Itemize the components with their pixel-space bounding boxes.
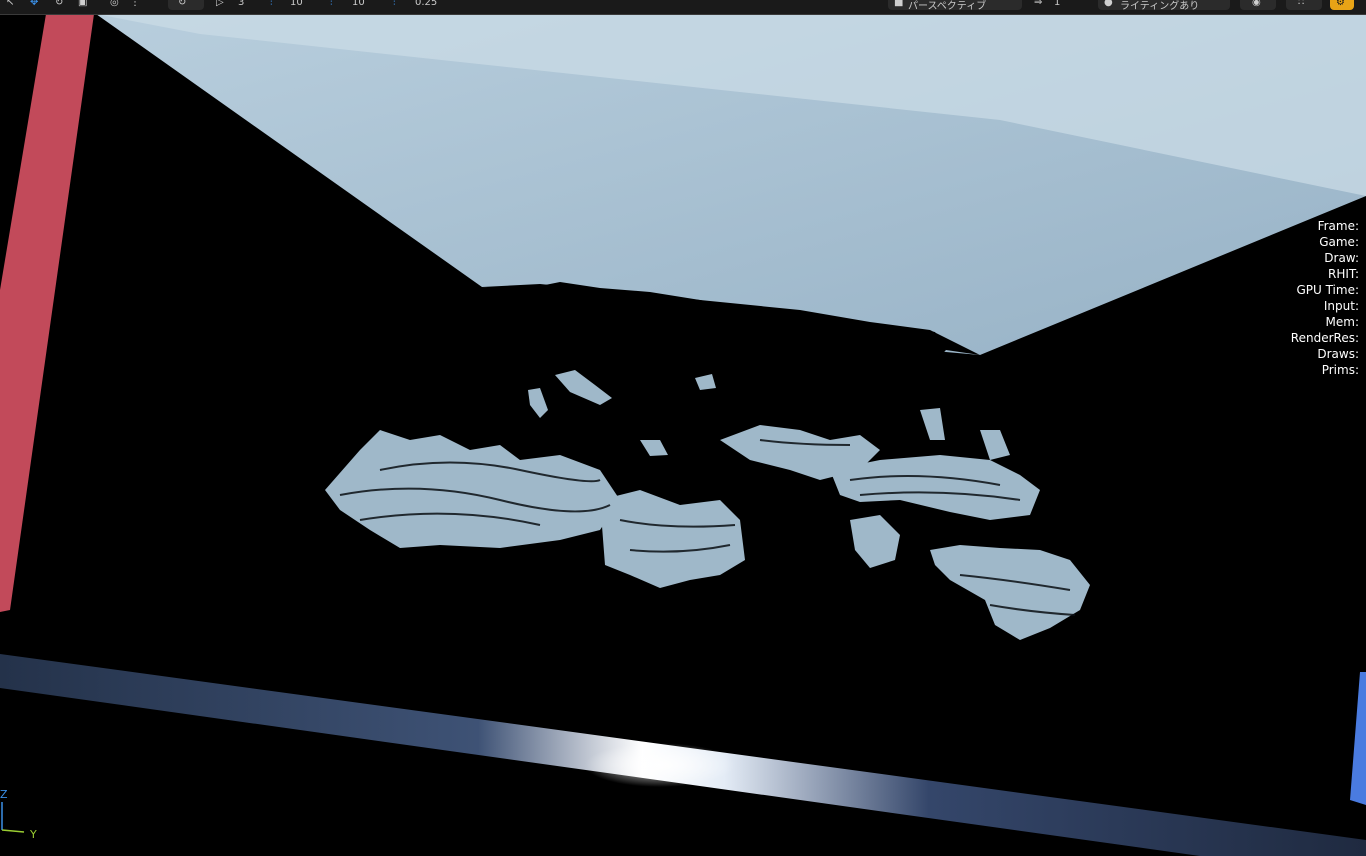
move-icon[interactable]: ✥ bbox=[30, 0, 38, 9]
snap-value-4[interactable]: 0.25 bbox=[415, 0, 437, 8]
stat-gpu-time: GPU Time: bbox=[1296, 283, 1359, 297]
stat-input: Input: bbox=[1323, 299, 1359, 313]
camera-speed-value[interactable]: 1 bbox=[1054, 0, 1060, 8]
grid-icon: ∷ bbox=[1298, 0, 1305, 8]
lit-sphere-icon: ● bbox=[1104, 0, 1113, 8]
snap-toggle[interactable]: ↻ bbox=[168, 0, 204, 10]
stat-draws: Draws: bbox=[1317, 347, 1359, 361]
gear-icon: ⚙ bbox=[1336, 0, 1345, 8]
lit-mode-dropdown[interactable]: ● ライティングあり bbox=[1098, 0, 1230, 12]
rotation-snap-icon[interactable]: ⫶ bbox=[330, 0, 333, 9]
show-flags-button[interactable]: ◉ bbox=[1240, 0, 1276, 10]
stat-render-res: RenderRes: bbox=[1290, 331, 1359, 345]
perspective-dropdown[interactable]: ■ パースペクティブ bbox=[888, 0, 1022, 12]
terrain-mesh bbox=[325, 370, 1090, 640]
stat-frame: Frame: bbox=[1317, 219, 1359, 233]
stats-overlay: Frame: Game: Draw: RHIT: GPU Time: Input… bbox=[1291, 218, 1359, 378]
layout-button[interactable]: ∷ bbox=[1286, 0, 1322, 10]
eye-icon: ◉ bbox=[1252, 0, 1261, 8]
snap-value-1[interactable]: 3 bbox=[238, 0, 244, 8]
stat-rhit: RHIT: bbox=[1328, 267, 1359, 281]
right-wall bbox=[1350, 672, 1366, 805]
level-viewport[interactable]: ↖ ✥ ↻ ▣ ◎ ⋮ ↻ ▷ 3 ⫶ 10 ⫶ 10 ⫶ 0.25 ■ パース… bbox=[0, 0, 1366, 856]
axis-y-label: Y bbox=[30, 828, 37, 841]
stat-mem: Mem: bbox=[1325, 315, 1359, 329]
stat-draw: Draw: bbox=[1324, 251, 1359, 265]
viewport-toolbar: ↖ ✥ ↻ ▣ ◎ ⋮ ↻ ▷ 3 ⫶ 10 ⫶ 10 ⫶ 0.25 ■ パース… bbox=[0, 0, 1366, 15]
rotate-icon[interactable]: ↻ bbox=[55, 0, 63, 9]
axis-gizmo bbox=[1, 802, 25, 833]
axis-z-label: Z bbox=[0, 788, 8, 801]
perspective-label: パースペクティブ bbox=[908, 1, 987, 12]
snap-value-2[interactable]: 10 bbox=[290, 0, 303, 8]
scene-render bbox=[0, 14, 1366, 856]
scale-icon[interactable]: ▣ bbox=[78, 0, 87, 9]
stat-game: Game: bbox=[1319, 235, 1359, 249]
left-wall bbox=[0, 14, 94, 612]
globe-icon[interactable]: ◎ bbox=[110, 0, 119, 9]
floor-glow bbox=[585, 743, 735, 787]
surface-snap-icon[interactable]: ▷ bbox=[216, 0, 224, 9]
more-icon[interactable]: ⋮ bbox=[130, 0, 140, 9]
settings-button[interactable]: ⚙ bbox=[1330, 0, 1354, 10]
lit-mode-label: ライティングあり bbox=[1120, 1, 1200, 12]
camera-speed-icon[interactable]: ⇒ bbox=[1034, 0, 1042, 9]
arrow-icon[interactable]: ↖ bbox=[6, 0, 14, 9]
snap-value-3[interactable]: 10 bbox=[352, 0, 365, 8]
camera-icon: ■ bbox=[894, 0, 904, 8]
snap-icon: ↻ bbox=[178, 0, 187, 8]
stat-prims: Prims: bbox=[1321, 363, 1359, 377]
grid-snap-icon[interactable]: ⫶ bbox=[270, 0, 273, 9]
scale-snap-icon[interactable]: ⫶ bbox=[393, 0, 396, 9]
